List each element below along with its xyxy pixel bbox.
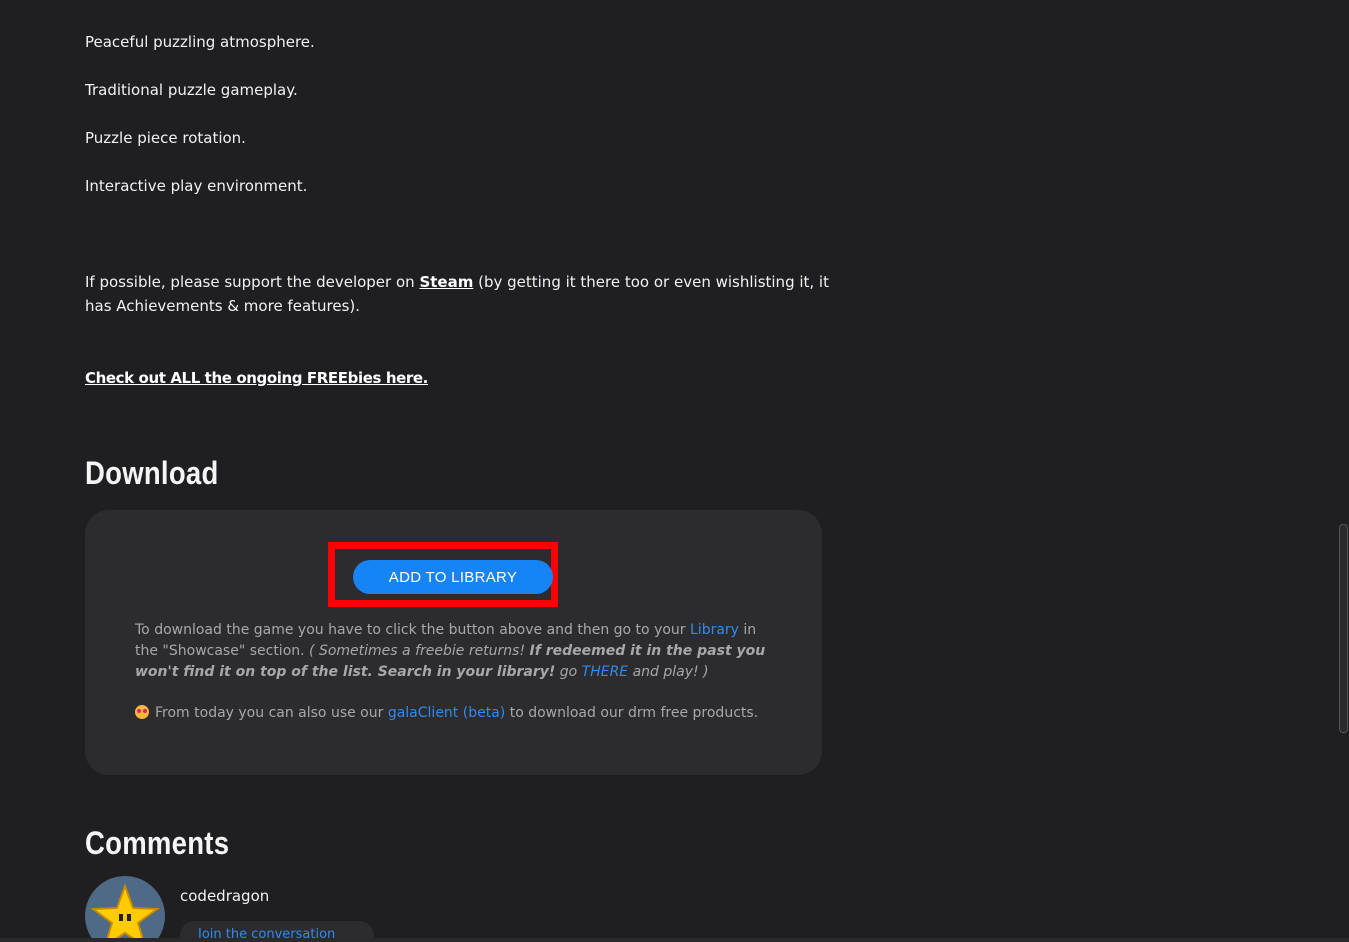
library-link[interactable]: Library: [690, 622, 739, 638]
star-eyes-emoji-icon: [135, 705, 149, 719]
comment-username[interactable]: codedragon: [180, 887, 269, 905]
freebies-paragraph: Check out ALL the ongoing FREEbies here.: [85, 366, 428, 390]
support-paragraph: If possible, please support the develope…: [85, 270, 830, 318]
instructions-italic: and play! ): [628, 664, 709, 680]
instructions-text: To download the game you have to click t…: [135, 622, 690, 638]
add-to-library-button[interactable]: ADD TO LIBRARY: [353, 560, 553, 594]
comments-heading: Comments: [85, 825, 230, 861]
feature-item: Peaceful puzzling atmosphere.: [85, 33, 315, 51]
instructions-italic: go: [555, 664, 582, 680]
client-note: From today you can also use our galaClie…: [135, 703, 758, 724]
star-icon: [90, 883, 160, 942]
client-text: From today you can also use our: [155, 705, 388, 721]
feature-item: Traditional puzzle gameplay.: [85, 81, 298, 99]
galaclient-link[interactable]: galaClient (beta): [388, 705, 505, 721]
download-panel: ADD TO LIBRARY To download the game you …: [85, 510, 822, 775]
there-link[interactable]: THERE: [582, 664, 629, 680]
steam-link[interactable]: Steam: [419, 273, 473, 291]
scrollbar-thumb[interactable]: [1339, 524, 1348, 733]
client-text: to download our drm free products.: [505, 705, 759, 721]
download-instructions: To download the game you have to click t…: [135, 620, 775, 683]
download-heading: Download: [85, 455, 219, 491]
support-text: If possible, please support the develope…: [85, 273, 420, 291]
feature-item: Interactive play environment.: [85, 177, 308, 195]
window-bottom-edge: [0, 938, 1349, 942]
instructions-italic: ( Sometimes a freebie returns!: [309, 643, 530, 659]
avatar[interactable]: [85, 876, 165, 942]
freebies-link[interactable]: Check out ALL the ongoing FREEbies here.: [85, 369, 428, 387]
feature-item: Puzzle piece rotation.: [85, 129, 246, 147]
